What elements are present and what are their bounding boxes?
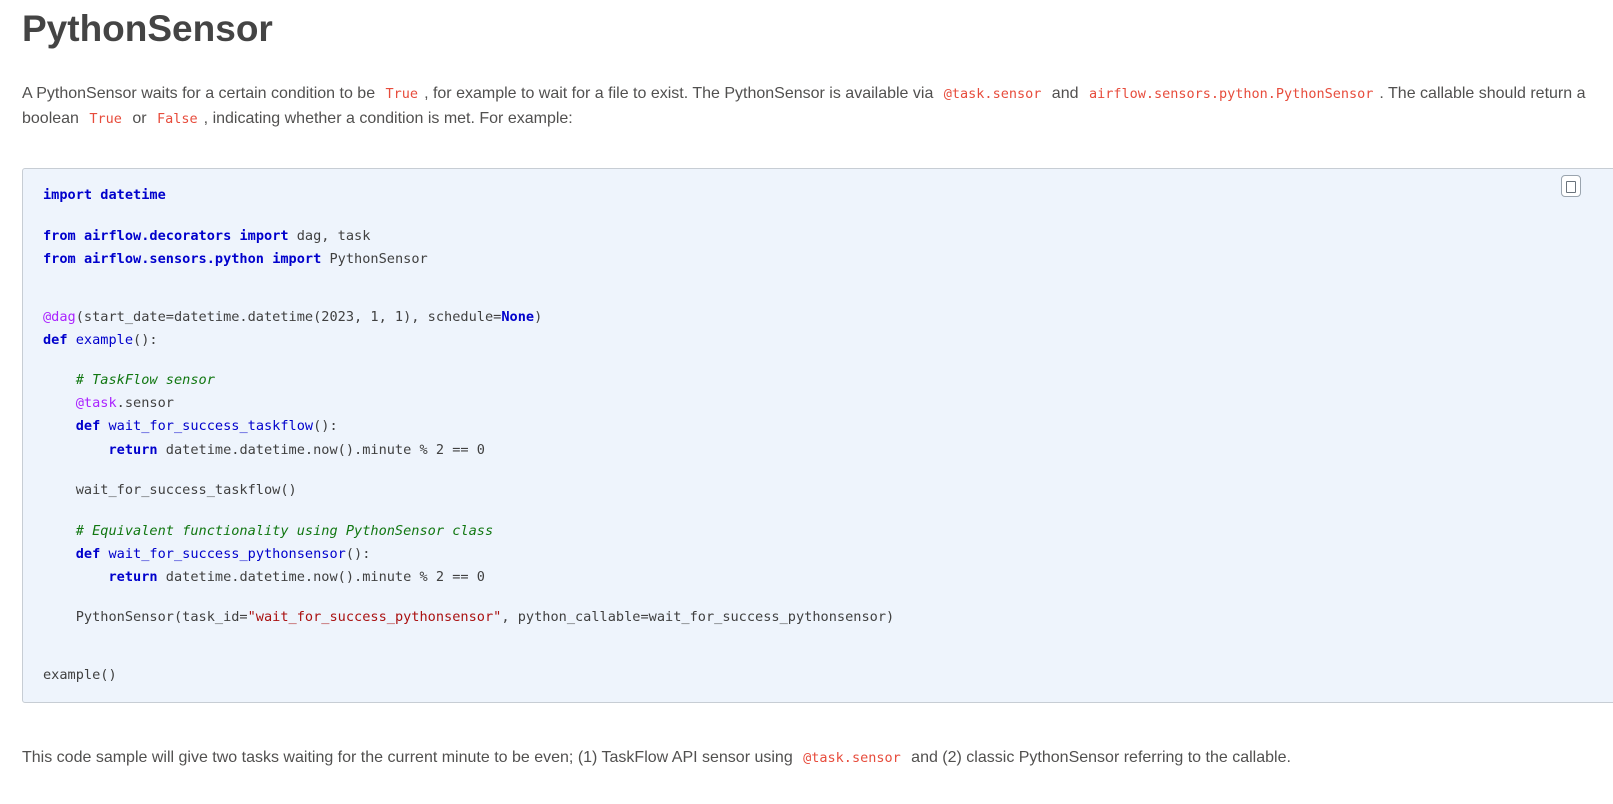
copy-icon (1566, 181, 1576, 193)
code-line: def wait_for_success_pythonsensor(): (43, 544, 371, 564)
code-text: (): (313, 418, 338, 434)
code-decorator: @dag (43, 309, 76, 325)
code-keyword: import (43, 187, 93, 203)
inline-code-task-sensor: @task.sensor (943, 86, 1042, 102)
outro-text: and (2) classic PythonSensor referring t… (906, 749, 1291, 766)
code-line: example() (43, 665, 117, 685)
inline-code-task-sensor: @task.sensor (803, 750, 901, 766)
code-block: import datetime from airflow.decorators … (22, 168, 1613, 703)
intro-text: . The callable should return a (1379, 85, 1586, 102)
copy-button[interactable] (1561, 175, 1581, 197)
code-line: return datetime.datetime.now().minute % … (43, 440, 485, 460)
code-line: def wait_for_success_taskflow(): (43, 416, 338, 436)
code-module: airflow.decorators (83, 228, 232, 244)
code-line: return datetime.datetime.now().minute % … (43, 567, 485, 587)
code-string: "wait_for_success_pythonsensor" (247, 609, 502, 625)
code-line: PythonSensor(task_id="wait_for_success_p… (43, 607, 894, 627)
code-keyword: def (43, 332, 68, 348)
code-decorator: @task (75, 395, 117, 411)
intro-text: , indicating whether a condition is met.… (203, 110, 573, 127)
code-text: wait_for_success_taskflow() (75, 482, 297, 498)
intro-text: A PythonSensor waits for a certain condi… (22, 85, 380, 102)
code-comment: # TaskFlow sensor (75, 372, 215, 388)
code-line: # Equivalent functionality using PythonS… (43, 521, 493, 541)
code-keyword: import (239, 228, 289, 244)
code-keyword: def (75, 418, 101, 434)
code-text: PythonSensor(task_id= (75, 609, 248, 625)
code-text: (start_date=datetime.datetime(2023, 1, 1… (75, 309, 502, 325)
intro-text: boolean (22, 110, 84, 127)
intro-paragraph-line-2: boolean True or False , indicating whethe… (22, 106, 573, 132)
outro-text: This code sample will give two tasks wai… (22, 749, 798, 766)
inline-code-true: True (385, 86, 419, 102)
code-line: from airflow.sensors.python import Pytho… (43, 249, 428, 269)
code-keyword: from (43, 228, 76, 244)
outro-paragraph: This code sample will give two tasks wai… (22, 745, 1291, 771)
code-keyword: return (108, 442, 158, 458)
code-text: datetime.datetime.now().minute % 2 == 0 (165, 442, 485, 458)
code-line: @dag(start_date=datetime.datetime(2023, … (43, 307, 542, 327)
inline-code-false: False (157, 111, 198, 127)
code-line: def example(): (43, 330, 158, 350)
code-function-name: wait_for_success_pythonsensor (108, 546, 346, 562)
code-module: airflow.sensors.python (83, 251, 264, 267)
code-line: import datetime (43, 185, 166, 205)
code-comment: # Equivalent functionality using PythonS… (75, 523, 494, 539)
code-text: .sensor (116, 395, 174, 411)
code-text: (): (133, 332, 158, 348)
code-keyword: from (43, 251, 76, 267)
inline-code-class-path: airflow.sensors.python.PythonSensor (1088, 86, 1374, 102)
code-text: , python_callable=wait_for_success_pytho… (501, 609, 895, 625)
code-line: wait_for_success_taskflow() (43, 480, 297, 500)
code-text: dag, task (296, 228, 371, 244)
code-text: example() (43, 667, 117, 683)
code-line: # TaskFlow sensor (43, 370, 215, 390)
code-keyword: def (75, 546, 101, 562)
code-text: datetime.datetime.now().minute % 2 == 0 (165, 569, 485, 585)
inline-code-true: True (89, 111, 122, 127)
intro-text: or (127, 110, 152, 127)
code-line: @task.sensor (43, 393, 174, 413)
page-title: PythonSensor (22, 8, 273, 49)
code-module: datetime (100, 187, 166, 203)
code-text: ) (534, 309, 543, 325)
code-keyword: import (272, 251, 322, 267)
code-text: PythonSensor (329, 251, 428, 267)
intro-text: , for example to wait for a file to exis… (424, 85, 938, 102)
code-text: (): (345, 546, 371, 562)
code-keyword: return (108, 569, 158, 585)
code-line: from airflow.decorators import dag, task (43, 226, 370, 246)
code-keyword: None (501, 309, 535, 325)
code-function-name: example (75, 332, 134, 348)
intro-paragraph-line-1: A PythonSensor waits for a certain condi… (22, 81, 1585, 107)
code-function-name: wait_for_success_taskflow (108, 418, 314, 434)
intro-text: and (1047, 85, 1083, 102)
